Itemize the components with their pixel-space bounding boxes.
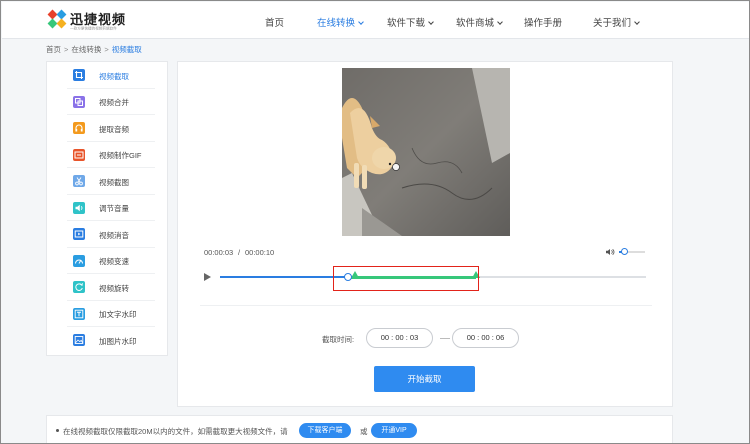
sidebar-item-text-watermark[interactable]: 加文字水印 [47,301,167,327]
sidebar-item-video-cut[interactable]: 视频截取 [47,62,167,89]
panel-divider [200,305,652,306]
header-divider [2,38,749,39]
chevron-down-icon [358,19,364,25]
nav-home[interactable]: 首页 [265,15,284,29]
video-mute-icon [73,228,85,240]
brand-logo-icon[interactable] [47,9,67,29]
notice-bar: 在线视频截取仅限截取20M以内的文件，如需截取更大视频文件，请 下载客户端 或 … [46,415,673,443]
image-watermark-icon [73,334,85,346]
nav-software-download[interactable]: 软件下载 [387,15,434,29]
cut-start-time-input[interactable]: 00 : 00 : 03 [366,328,433,348]
chevron-down-icon [497,19,503,25]
start-cut-button[interactable]: 开始截取 [374,366,475,392]
page-frame: 迅捷视频 一款方便快捷的视频剪辑软件 首页 在线转换 软件下载 软件商城 操作手… [0,0,750,444]
nav-manual[interactable]: 操作手册 [524,15,562,29]
breadcrumb-home[interactable]: 首页 [46,45,61,54]
cut-end-time-input[interactable]: 00 : 00 : 06 [452,328,519,348]
sidebar-item-label: 视频截图 [99,177,129,187]
text-watermark-icon [73,307,85,320]
top-header: 迅捷视频 一款方便快捷的视频剪辑软件 首页 在线转换 软件下载 软件商城 操作手… [2,2,749,38]
rotate-icon [73,281,85,293]
speed-icon [73,254,85,267]
open-vip-button[interactable]: 开通VIP [371,423,417,438]
sidebar-item-label: 提取音频 [99,124,129,134]
volume-icon [73,201,85,214]
nav-online-convert[interactable]: 在线转换 [317,15,364,29]
sidebar-item-video-mute[interactable]: 视频消音 [47,221,167,248]
sidebar-item-label: 加文字水印 [99,310,137,319]
nav-software-store[interactable]: 软件商城 [456,15,503,29]
merge-icon [73,95,85,108]
sidebar-item-video-gif[interactable]: 视频制作GIF [47,142,167,168]
gif-icon [73,148,85,161]
sidebar-item-video-rotate[interactable]: 视频旋转 [47,274,167,301]
tool-sidebar: 视频截取 视频合并 提取音频 视频制作GIF 视频截图 调节音量 视频消音 视频… [46,61,168,356]
highlight-annotation-box [333,266,479,291]
time-separator: / [238,248,241,257]
total-time: 00:00:10 [245,248,275,257]
notice-text: 在线视频截取仅限截取20M以内的文件，如需截取更大视频文件，请 [63,427,288,436]
sidebar-item-video-screenshot[interactable]: 视频截图 [47,168,167,195]
video-cut-panel: 00:00:03 / 00:00:10 截取时间: 00 : 00 : 03 0… [177,61,673,407]
sidebar-item-extract-audio[interactable]: 提取音频 [47,115,167,142]
timeline-played [220,276,348,278]
sidebar-item-label: 调节音量 [99,204,129,213]
chevron-down-icon [634,19,640,25]
volume-knob[interactable] [621,248,628,255]
crop-icon [73,69,85,81]
sidebar-item-label: 视频变速 [99,257,129,266]
brand-tagline: 一款方便快捷的视频剪辑软件 [70,26,117,31]
scissors-icon [73,175,85,187]
breadcrumb-online-convert[interactable]: 在线转换 [71,45,101,54]
or-text: 或 [360,427,368,436]
download-client-button[interactable]: 下载客户端 [299,423,351,438]
chevron-down-icon [428,19,434,25]
sidebar-item-label: 视频旋转 [99,283,129,293]
current-time: 00:00:03 [204,248,234,257]
sidebar-item-label: 视频截取 [99,71,129,81]
sidebar-item-video-speed[interactable]: 视频变速 [47,248,167,274]
sidebar-item-image-watermark[interactable]: 加图片水印 [47,327,167,354]
sidebar-item-adjust-volume[interactable]: 调节音量 [47,195,167,221]
sidebar-item-label: 视频消音 [99,230,129,240]
nav-about[interactable]: 关于我们 [593,15,640,29]
breadcrumb-current: 视频截取 [111,45,142,54]
sidebar-item-label: 加图片水印 [99,336,137,346]
sidebar-item-label: 视频合并 [99,98,129,107]
headphones-icon [73,122,85,134]
volume-icon[interactable] [605,247,615,257]
sidebar-item-video-merge[interactable]: 视频合并 [47,89,167,115]
sidebar-item-label: 视频制作GIF [99,151,142,160]
breadcrumb: 首页 > 在线转换 > 视频截取 [46,45,142,54]
bullet-dot [56,429,59,432]
cut-time-label: 截取时间: [322,335,355,344]
range-dash [440,338,450,339]
play-icon[interactable] [204,273,211,281]
video-preview[interactable] [342,68,510,236]
